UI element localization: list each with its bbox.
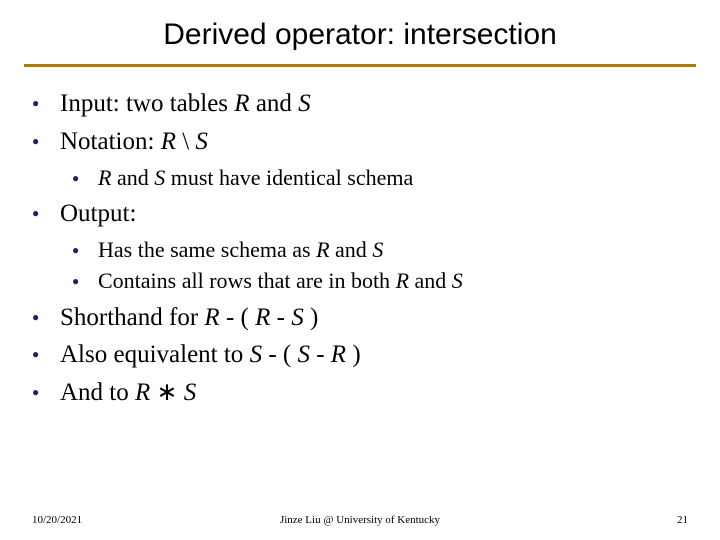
- list-item: ● Output:: [32, 197, 696, 231]
- bullet-icon: ●: [72, 235, 98, 266]
- bullet-text: Output:: [60, 197, 136, 231]
- text: Shorthand for: [60, 304, 204, 331]
- var: R: [396, 268, 409, 293]
- text: And to: [60, 379, 135, 406]
- text: Notation:: [60, 128, 161, 155]
- list-item: ● Contains all rows that are in both R a…: [72, 266, 463, 297]
- var: R: [255, 304, 270, 331]
- var: R: [331, 341, 353, 368]
- list-item: ● Has the same schema as R and S: [72, 235, 463, 266]
- var: S: [297, 341, 310, 368]
- bullet-text: Has the same schema as R and S: [98, 235, 383, 266]
- text: ): [304, 304, 319, 331]
- text: and: [409, 268, 452, 293]
- sub-list: ● Has the same schema as R and S ● Conta…: [72, 235, 463, 297]
- var: S: [372, 237, 383, 262]
- var: R: [234, 90, 249, 117]
- text: ): [352, 341, 360, 368]
- bullet-icon: ●: [32, 376, 60, 410]
- var: S: [154, 165, 165, 190]
- slide-title: Derived operator: intersection: [24, 18, 696, 52]
- sub-list-container: ● Has the same schema as R and S ● Conta…: [32, 235, 696, 297]
- text: - (: [220, 304, 255, 331]
- var: S: [291, 304, 304, 331]
- slide-content: ● Input: two tables R and S ● Notation: …: [24, 87, 696, 410]
- list-item: ● Shorthand for R - ( R - S ): [32, 301, 696, 335]
- list-item: ● Notation: R \ S: [32, 125, 696, 159]
- text: -: [270, 304, 291, 331]
- var: R: [316, 237, 329, 262]
- bullet-icon: ●: [72, 163, 98, 194]
- bullet-text: And to R ∗ S: [60, 376, 196, 410]
- text: -: [310, 341, 331, 368]
- var: R: [204, 304, 219, 331]
- bullet-list: ● Input: two tables R and S ● Notation: …: [32, 87, 696, 410]
- operator: \: [176, 128, 195, 155]
- text: Contains all rows that are in both: [98, 268, 396, 293]
- text: must have identical schema: [165, 165, 413, 190]
- bullet-text: Also equivalent to S - ( S - R ): [60, 338, 361, 372]
- list-item: ● Input: two tables R and S: [32, 87, 696, 121]
- bullet-icon: ●: [32, 125, 60, 159]
- var: S: [250, 341, 263, 368]
- bullet-text: R and S must have identical schema: [98, 163, 413, 194]
- sub-list: ● R and S must have identical schema: [72, 163, 413, 194]
- var: R: [135, 379, 150, 406]
- bullet-icon: ●: [32, 87, 60, 121]
- bullet-text: Shorthand for R - ( R - S ): [60, 301, 318, 335]
- text: Also equivalent to: [60, 341, 250, 368]
- title-rule: [24, 64, 696, 67]
- var: R: [161, 128, 176, 155]
- bullet-icon: ●: [32, 301, 60, 335]
- bullet-text: Input: two tables R and S: [60, 87, 311, 121]
- var: S: [184, 379, 197, 406]
- text: and: [250, 90, 299, 117]
- list-item: ● And to R ∗ S: [32, 376, 696, 410]
- text: Has the same schema as: [98, 237, 316, 262]
- bullet-text: Notation: R \ S: [60, 125, 208, 159]
- list-item: ● Also equivalent to S - ( S - R ): [32, 338, 696, 372]
- bullet-icon: ●: [32, 338, 60, 372]
- footer-author: Jinze Liu @ University of Kentucky: [0, 514, 720, 526]
- var: R: [98, 165, 111, 190]
- sub-list-container: ● R and S must have identical schema: [32, 163, 696, 194]
- text: - (: [262, 341, 297, 368]
- var: S: [452, 268, 463, 293]
- slide: Derived operator: intersection ● Input: …: [0, 0, 720, 540]
- operator: ∗: [150, 379, 183, 406]
- list-item: ● R and S must have identical schema: [72, 163, 413, 194]
- text: and: [330, 237, 373, 262]
- var: S: [195, 128, 208, 155]
- var: S: [298, 90, 311, 117]
- text: Input: two tables: [60, 90, 234, 117]
- bullet-text: Contains all rows that are in both R and…: [98, 266, 463, 297]
- slide-footer: 10/20/2021 Jinze Liu @ University of Ken…: [0, 514, 720, 526]
- bullet-icon: ●: [32, 197, 60, 231]
- text: and: [111, 165, 154, 190]
- bullet-icon: ●: [72, 266, 98, 297]
